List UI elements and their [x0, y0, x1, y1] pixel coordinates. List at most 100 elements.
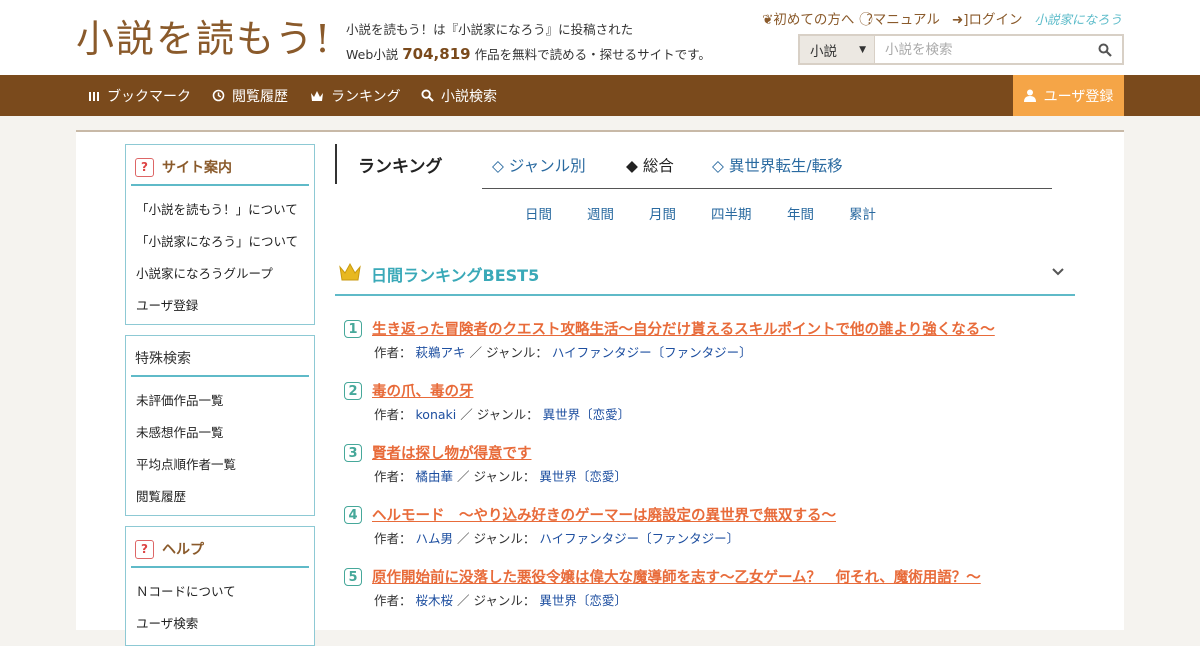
novel-title-link[interactable]: 賢者は探し物が得意です [372, 442, 532, 463]
novel-title-link[interactable]: 生き返った冒険者のクエスト攻略生活～自分だけ貰えるスキルポイントで他の誰より強く… [372, 318, 995, 339]
nav-ranking[interactable]: ランキング [310, 75, 401, 116]
genre-link[interactable]: 異世界〔恋愛〕 [539, 593, 627, 608]
sidebar-site-guide: ? サイト案内 「小説を読もう！」について 「小説家になろう」について 小説家に… [125, 144, 315, 325]
sidebar-item-no-reviews[interactable]: 未感想作品一覧 [136, 415, 314, 447]
search-button[interactable] [1088, 36, 1122, 63]
special-search-list: 未評価作品一覧 未感想作品一覧 平均点順作者一覧 閲覧履歴 [126, 377, 314, 511]
period-weekly[interactable]: 週間 [587, 203, 614, 223]
nav-search[interactable]: 小説検索 [421, 75, 497, 116]
search-box: 小説 ▼ [798, 34, 1124, 65]
manual-label: マニュアル [872, 12, 940, 28]
nav-bookmark-label: ブックマーク [107, 88, 191, 105]
genre-label: ／ ジャンル： [460, 407, 539, 422]
sidebar-item-narou-group[interactable]: 小説家になろうグループ [136, 256, 314, 288]
genre-link[interactable]: ハイファンタジー〔ファンタジー〕 [539, 531, 739, 546]
help-header: ? ヘルプ [131, 532, 309, 568]
sidebar-item-about-narou[interactable]: 「小説家になろう」について [136, 224, 314, 256]
novel-title-link[interactable]: ヘルモード ～やり込み好きのゲーマーは廃設定の異世界で無双する～ [372, 504, 836, 525]
nav-history[interactable]: 閲覧履歴 [212, 75, 288, 116]
nav-ranking-label: ランキング [331, 88, 401, 105]
special-search-header: 特殊検索 [131, 341, 309, 377]
sidebar-item-user-register[interactable]: ユーザ登録 [136, 288, 314, 320]
period-daily[interactable]: 日間 [525, 203, 552, 223]
genre-label: ／ ジャンル： [469, 345, 548, 360]
rank-number: 4 [344, 506, 362, 524]
tab-genre[interactable]: ◇ ジャンル別 [492, 154, 586, 176]
tagline-prefix: Web小説 [346, 47, 399, 62]
ranking-header-bar [335, 144, 339, 184]
bookmark-icon [89, 91, 99, 101]
ranking-tab-divider [482, 188, 1052, 189]
login-icon: ➜] [951, 12, 969, 28]
manual-link[interactable]: ?⃝マニュアル [866, 8, 940, 28]
nav-bookmark[interactable]: ブックマーク [88, 75, 191, 116]
author-link[interactable]: konaki [416, 407, 457, 422]
work-count: 704,819 [402, 45, 471, 63]
rank-number: 2 [344, 382, 362, 400]
author-link[interactable]: 萩鵜アキ [416, 345, 466, 360]
leaf-icon: ❦ [762, 12, 774, 28]
tagline-line2: Web小説 704,819 作品を無料で読める・探せるサイトです。 [346, 42, 711, 67]
daily-best5-title: 日間ランキングBEST5 [371, 266, 540, 285]
genre-link[interactable]: ハイファンタジー〔ファンタジー〕 [552, 345, 752, 360]
sidebar-item-history[interactable]: 閲覧履歴 [136, 479, 314, 511]
site-guide-header: ? サイト案内 [131, 150, 309, 186]
tab-overall[interactable]: ◆ 総合 [626, 154, 674, 176]
user-icon [1023, 89, 1036, 102]
search-icon [1098, 43, 1112, 57]
sidebar-item-user-search[interactable]: ユーザ検索 [136, 606, 314, 638]
author-link[interactable]: 桜木桜 [416, 593, 454, 608]
main-content: ? サイト案内 「小説を読もう！」について 「小説家になろう」について 小説家に… [76, 130, 1124, 646]
login-link[interactable]: ➜]ログイン [952, 8, 1023, 28]
crown-icon [311, 90, 323, 101]
novel-meta: 作者： ハム男 ／ ジャンル： ハイファンタジー〔ファンタジー〕 [374, 528, 739, 547]
site-guide-list: 「小説を読もう！」について 「小説家になろう」について 小説家になろうグループ … [126, 186, 314, 320]
genre-link[interactable]: 異世界〔恋愛〕 [539, 469, 627, 484]
login-label: ログイン [968, 12, 1023, 28]
genre-link[interactable]: 異世界〔恋愛〕 [543, 407, 631, 422]
author-label: 作者： [374, 469, 412, 484]
period-monthly[interactable]: 月間 [649, 203, 676, 223]
novel-meta: 作者： 萩鵜アキ ／ ジャンル： ハイファンタジー〔ファンタジー〕 [374, 342, 752, 361]
nav-register-button[interactable]: ユーザ登録 [1013, 75, 1124, 116]
period-quarterly[interactable]: 四半期 [711, 203, 752, 223]
author-label: 作者： [374, 531, 412, 546]
novel-meta: 作者： 桜木桜 ／ ジャンル： 異世界〔恋愛〕 [374, 590, 627, 609]
author-link[interactable]: ハム男 [416, 531, 454, 546]
rank-number: 5 [344, 568, 362, 586]
search-category-select[interactable]: 小説 ▼ [800, 36, 875, 63]
help-title: ヘルプ [162, 542, 204, 558]
help-list: Ｎコードについて ユーザ検索 [126, 568, 314, 638]
sidebar-item-avg-score-authors[interactable]: 平均点順作者一覧 [136, 447, 314, 479]
tagline-suffix: 作品を無料で読める・探せるサイトです。 [474, 47, 711, 62]
narou-brand-link[interactable]: 小説家になろう [1034, 9, 1122, 28]
period-yearly[interactable]: 年間 [787, 203, 814, 223]
novel-title-link[interactable]: 原作開始前に没落した悪役令嬢は偉大な魔導師を志す～乙女ゲーム？ 何それ、魔術用語… [372, 566, 981, 587]
top-links: ❦初めての方へ ?⃝マニュアル ➜]ログイン 小説家になろう [762, 8, 1122, 29]
crown-icon [339, 262, 361, 281]
sidebar-special-search: 特殊検索 未評価作品一覧 未感想作品一覧 平均点順作者一覧 閲覧履歴 [125, 335, 315, 516]
sidebar-item-about-yomou[interactable]: 「小説を読もう！」について [136, 192, 314, 224]
genre-label: ／ ジャンル： [457, 531, 536, 546]
nav-search-label: 小説検索 [441, 88, 497, 105]
sidebar-item-ncode[interactable]: Ｎコードについて [136, 574, 314, 606]
period-total[interactable]: 累計 [849, 203, 876, 223]
first-time-label: 初めての方へ [773, 12, 855, 28]
site-guide-title: サイト案内 [162, 160, 232, 176]
novel-title-link[interactable]: 毒の爪、毒の牙 [372, 380, 474, 401]
genre-label: ／ ジャンル： [457, 469, 536, 484]
first-time-link[interactable]: ❦初めての方へ [762, 8, 854, 28]
daily-best5-header[interactable]: 日間ランキングBEST5 [335, 254, 1075, 296]
rank-number: 3 [344, 444, 362, 462]
sidebar-item-unrated[interactable]: 未評価作品一覧 [136, 383, 314, 415]
genre-label: ／ ジャンル： [457, 593, 536, 608]
site-header: 小説を読もう! 小説を読もう！は『小説家になろう』に投稿された Web小説 70… [0, 0, 1200, 75]
author-label: 作者： [374, 593, 412, 608]
tab-isekai[interactable]: ◇ 異世界転生/転移 [712, 154, 843, 176]
site-logo[interactable]: 小説を読もう! [76, 14, 332, 64]
history-icon [212, 89, 225, 102]
search-input[interactable] [875, 36, 1088, 63]
author-link[interactable]: 橘由華 [416, 469, 454, 484]
chevron-down-icon[interactable] [1051, 266, 1065, 280]
author-label: 作者： [374, 407, 412, 422]
